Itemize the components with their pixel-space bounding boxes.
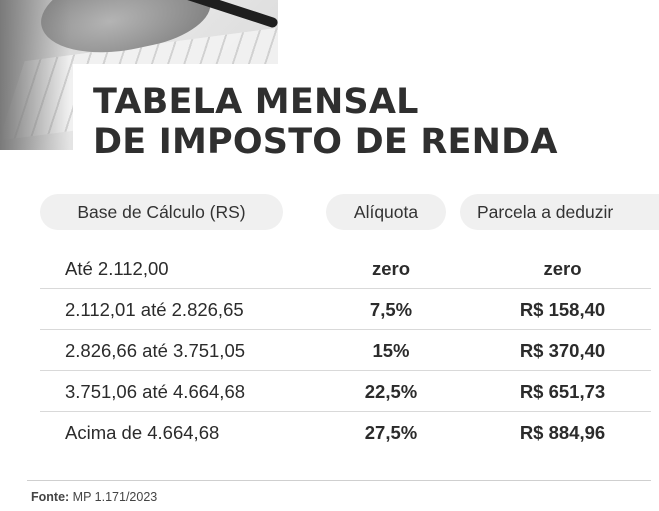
source-label: Fonte: (31, 490, 70, 504)
cell-aliquota: 22,5% (364, 381, 418, 402)
cell-base: 3.751,06 até 4.664,68 (65, 381, 246, 402)
infographic: TABELA MENSAL DE IMPOSTO DE RENDA Base d… (0, 0, 659, 511)
cell-aliquota: 15% (372, 340, 410, 361)
source-note: Fonte: MP 1.171/2023 (31, 490, 157, 504)
header-aliquota: Alíquota (326, 194, 446, 230)
cell-base: 2.826,66 até 3.751,05 (65, 340, 246, 361)
title-line-1: TABELA MENSAL (93, 82, 419, 122)
header-base-calculo: Base de Cálculo (RS) (40, 194, 283, 230)
tax-table: Até 2.112,00 zero zero 2.112,01 até 2.82… (40, 248, 651, 453)
cell-parcela: R$ 651,73 (519, 381, 606, 402)
footer-divider (27, 480, 651, 481)
table-row: 2.112,01 até 2.826,65 7,5% R$ 158,40 (40, 289, 651, 330)
cell-aliquota: zero (371, 258, 411, 279)
cell-base: Até 2.112,00 (65, 258, 169, 279)
table-row: Acima de 4.664,68 27,5% R$ 884,96 (40, 412, 651, 453)
cell-parcela: R$ 370,40 (519, 340, 606, 361)
cell-aliquota: 27,5% (364, 422, 418, 443)
source-text: MP 1.171/2023 (72, 490, 158, 504)
cell-parcela: R$ 158,40 (519, 299, 606, 320)
title-line-2: DE IMPOSTO DE RENDA (93, 122, 558, 162)
table-row: 3.751,06 até 4.664,68 22,5% R$ 651,73 (40, 371, 651, 412)
table-row: 2.826,66 até 3.751,05 15% R$ 370,40 (40, 330, 651, 371)
header-parcela-deduzir: Parcela a deduzir (460, 194, 659, 230)
cell-parcela: R$ 884,96 (519, 422, 606, 443)
cell-aliquota: 7,5% (369, 299, 413, 320)
table-row: Até 2.112,00 zero zero (40, 248, 651, 289)
page-title: TABELA MENSAL DE IMPOSTO DE RENDA (93, 82, 613, 162)
cell-base: Acima de 4.664,68 (65, 422, 220, 443)
cell-base: 2.112,01 até 2.826,65 (65, 299, 244, 320)
cell-parcela: zero (543, 258, 582, 279)
